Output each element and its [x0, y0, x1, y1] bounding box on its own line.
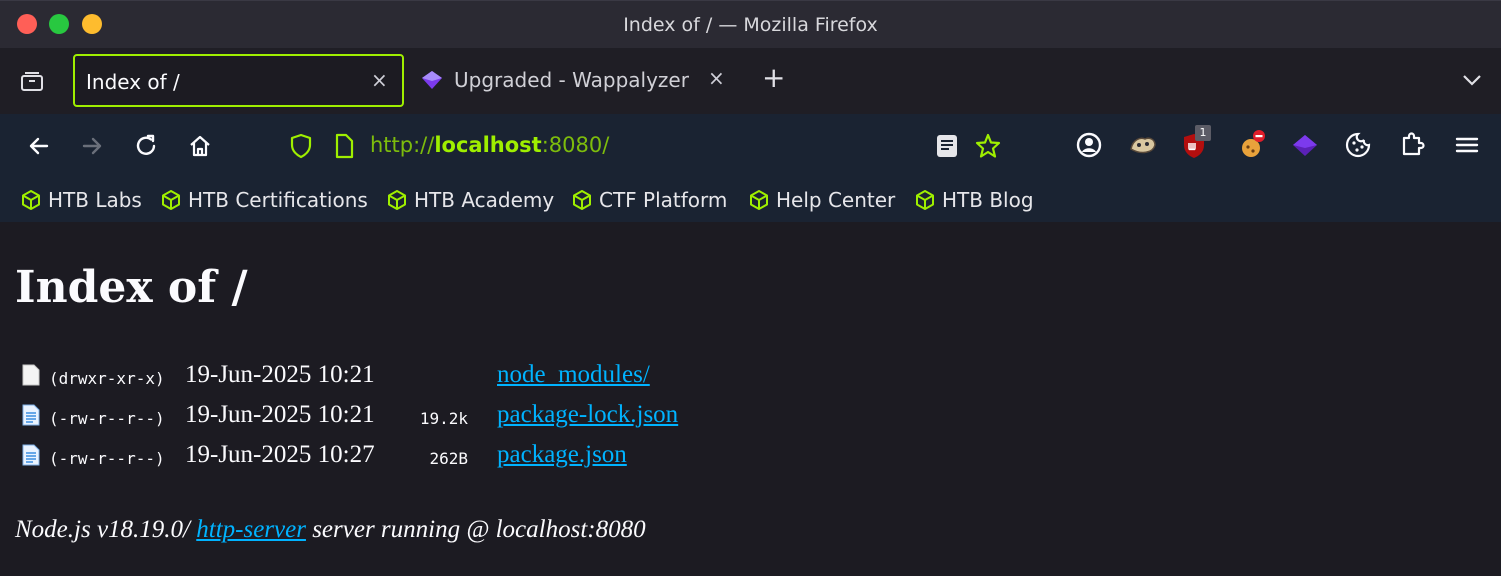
- tab-index-of[interactable]: Index of / ×: [73, 54, 404, 107]
- entry-date: 19-Jun-2025 10:27: [185, 441, 375, 468]
- bookmark-help-center[interactable]: Help Center: [748, 186, 895, 214]
- url-text[interactable]: http://localhost:8080/: [370, 133, 609, 157]
- tab-wappalyzer[interactable]: Upgraded - Wappalyzer ×: [412, 54, 742, 107]
- bookmark-htb-academy[interactable]: HTB Academy: [386, 186, 554, 214]
- firefox-view-icon[interactable]: [20, 70, 44, 92]
- tab-strip: Index of / × Upgraded - Wappalyzer × +: [0, 48, 1501, 114]
- htb-cube-icon: [750, 190, 768, 210]
- cookie-editor-icon[interactable]: [1342, 129, 1374, 161]
- bookmark-ctf-platform[interactable]: CTF Platform: [571, 186, 727, 214]
- url-scheme: http://: [370, 133, 435, 157]
- entry-size: 262B: [429, 449, 468, 468]
- bookmark-label: HTB Blog: [942, 188, 1034, 212]
- htb-cube-icon: [573, 190, 591, 210]
- back-arrow-icon[interactable]: [25, 132, 53, 160]
- ublock-origin-extension[interactable]: 1: [1180, 125, 1212, 161]
- hamburger-menu-icon[interactable]: [1451, 129, 1483, 161]
- bookmark-star-icon[interactable]: [974, 132, 1002, 160]
- directory-entry: (-rw-r--r--) 19-Jun-2025 10:21 19.2k pac…: [0, 400, 760, 436]
- cookie-blocker-icon[interactable]: [1236, 129, 1268, 161]
- file-icon: [22, 364, 40, 386]
- htb-cube-icon: [388, 190, 406, 210]
- bookmarks-toolbar: HTB Labs HTB Certifications HTB Academy …: [0, 178, 1501, 222]
- tab-close-icon[interactable]: ×: [371, 68, 388, 92]
- htb-cube-icon: [162, 190, 180, 210]
- foxyproxy-icon[interactable]: [1127, 129, 1159, 161]
- entry-permissions: (drwxr-xr-x): [49, 369, 165, 388]
- bookmark-label: HTB Certifications: [188, 188, 368, 212]
- window-title: Index of / — Mozilla Firefox: [623, 14, 878, 36]
- text-file-icon: [22, 404, 40, 426]
- page-info-icon[interactable]: [332, 133, 356, 159]
- page-content: Index of / (drwxr-xr-x) 19-Jun-2025 10:2…: [0, 222, 1501, 576]
- reader-view-icon[interactable]: [935, 133, 959, 159]
- tab-close-icon[interactable]: ×: [708, 66, 725, 90]
- bookmark-htb-blog[interactable]: HTB Blog: [914, 186, 1034, 214]
- entry-date: 19-Jun-2025 10:21: [185, 401, 375, 428]
- reload-icon[interactable]: [132, 132, 160, 160]
- entry-size: 19.2k: [419, 409, 468, 428]
- ublock-badge: 1: [1195, 125, 1211, 141]
- entry-date: 19-Jun-2025 10:21: [185, 361, 375, 388]
- chevron-down-icon[interactable]: [1460, 70, 1484, 90]
- account-icon[interactable]: [1073, 129, 1105, 161]
- new-tab-button[interactable]: +: [762, 64, 785, 92]
- footer-prefix: Node.js v18.19.0/: [15, 516, 197, 543]
- bookmark-label: HTB Labs: [48, 188, 142, 212]
- bookmark-htb-labs[interactable]: HTB Labs: [20, 186, 142, 214]
- url-bar[interactable]: http://localhost:8080/: [282, 128, 1002, 164]
- window-titlebar: Index of / — Mozilla Firefox: [0, 0, 1501, 48]
- bookmark-label: Help Center: [776, 188, 896, 212]
- wappalyzer-icon: [422, 71, 442, 89]
- entry-link[interactable]: package.json: [497, 441, 627, 469]
- home-icon[interactable]: [186, 132, 214, 160]
- bookmark-htb-certifications[interactable]: HTB Certifications: [160, 186, 368, 214]
- bookmark-label: CTF Platform: [599, 188, 728, 212]
- entry-link[interactable]: package-lock.json: [497, 401, 678, 429]
- url-host: localhost: [434, 133, 542, 157]
- http-server-link[interactable]: http-server: [196, 516, 306, 543]
- entry-link[interactable]: node_modules/: [497, 361, 650, 389]
- wappalyzer-icon[interactable]: [1289, 129, 1321, 161]
- navigation-toolbar: http://localhost:8080/ 1: [0, 114, 1501, 178]
- footer-suffix: server running @ localhost:8080: [305, 516, 646, 543]
- htb-cube-icon: [916, 190, 934, 210]
- tab-label: Index of /: [86, 70, 180, 94]
- forward-arrow-icon[interactable]: [78, 132, 106, 160]
- server-footer: Node.js v18.19.0/ http-server server run…: [15, 516, 646, 544]
- extensions-puzzle-icon[interactable]: [1397, 129, 1429, 161]
- text-file-icon: [22, 444, 40, 466]
- directory-entry: (-rw-r--r--) 19-Jun-2025 10:27 262B pack…: [0, 440, 760, 476]
- url-port-path: :8080/: [541, 133, 610, 157]
- page-heading: Index of /: [15, 262, 248, 313]
- htb-cube-icon: [22, 190, 40, 210]
- entry-permissions: (-rw-r--r--): [49, 449, 165, 468]
- tab-label: Upgraded - Wappalyzer: [454, 68, 689, 92]
- bookmark-label: HTB Academy: [414, 188, 555, 212]
- directory-entry: (drwxr-xr-x) 19-Jun-2025 10:21 node_modu…: [0, 360, 760, 396]
- entry-permissions: (-rw-r--r--): [49, 409, 165, 428]
- tracking-protection-shield-icon[interactable]: [288, 133, 314, 159]
